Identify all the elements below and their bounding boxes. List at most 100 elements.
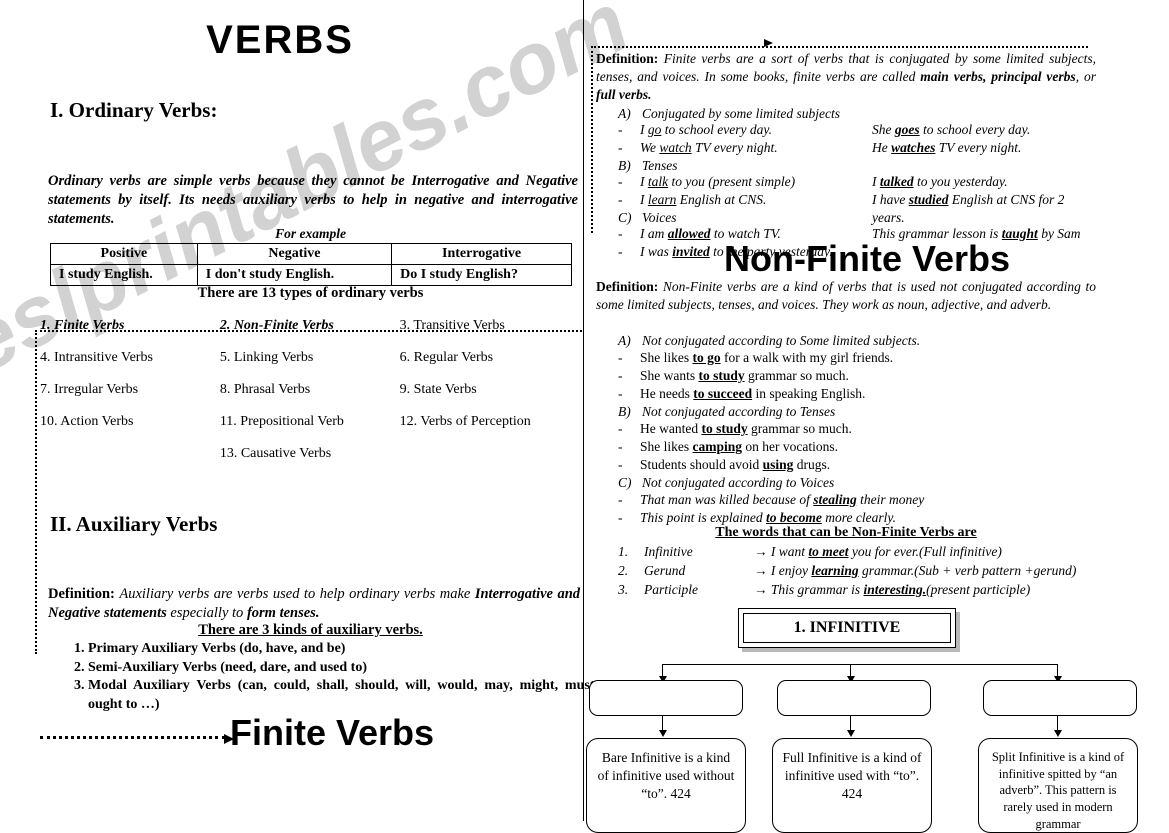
example-left: We watch TV every night. <box>640 139 872 157</box>
section-label: Voices <box>642 210 677 225</box>
list-item: 3. Participle → This grammar is interest… <box>596 581 1096 600</box>
example-text: He needs to succeed in speaking English. <box>640 385 865 403</box>
infinitive-diagram: 1. INFINITIVE Bare Infinitive is a kind … <box>584 600 1169 833</box>
item-term: Infinitive <box>644 544 693 559</box>
example-right: She goes to school every day. <box>872 121 1096 139</box>
verb-types-row: 1. Finite Verbs 2. Non-Finite Verbs 3. T… <box>40 310 580 342</box>
example-text: He wanted to study grammar so much. <box>640 420 852 438</box>
list-item: Primary Auxiliary Verbs (do, have, and b… <box>88 640 598 659</box>
types-heading: There are 13 types of ordinary verbs <box>197 285 424 301</box>
example-underlined: camping <box>692 439 743 454</box>
bullet-dash: - <box>618 122 623 137</box>
item-number: 2. <box>618 563 629 578</box>
nonfinite-b-example-2: - She likes camping on her vocations. <box>596 438 1096 456</box>
infinitive-leaf-split: Split Infinitive is a kind of infinitive… <box>978 738 1138 833</box>
example-underlined: learn <box>647 192 677 207</box>
example-post: their money <box>856 492 925 507</box>
verb-type-13: 13. Causative Verbs <box>219 446 332 461</box>
definition-bold-2: full verbs. <box>596 86 652 102</box>
bullet-dash: - <box>618 368 623 383</box>
example-post: TV every night. <box>935 140 1022 155</box>
example-underlined: to study <box>698 368 745 383</box>
table-header-negative: Negative <box>196 243 393 265</box>
verb-type-blank-b <box>400 438 580 470</box>
example-underlined: studied <box>908 192 949 207</box>
heading-auxiliary-verbs: II. Auxiliary Verbs <box>50 512 218 536</box>
example-pre: He <box>872 140 892 155</box>
example-post: in speaking English. <box>752 386 866 401</box>
example-note: (Sub + verb pattern +gerund) <box>914 563 1077 578</box>
nonfinite-a-example-1: - She likes to go for a walk with my girl… <box>596 349 1096 367</box>
example-row: - She likes camping on her vocations. <box>596 438 1096 456</box>
infinitive-title-label: 1. INFINITIVE <box>743 613 951 643</box>
bullet-dash: - <box>618 439 623 454</box>
example-left: I talk to you (present simple) <box>640 173 872 191</box>
finite-a-example-2: - We watch TV every night. He watches TV… <box>596 139 1096 157</box>
example-underlined: goes <box>894 122 920 137</box>
example-text: She likes camping on her vocations. <box>640 438 838 456</box>
example-pre: She likes <box>640 439 693 454</box>
verb-type-3: 3. Transitive Verbs <box>399 318 505 333</box>
example-pre: I am <box>640 226 668 241</box>
item-term: Participle <box>644 582 698 597</box>
example-row: - I talk to you (present simple) I talke… <box>596 173 1096 191</box>
example-post: you for ever. <box>848 544 919 559</box>
diagram-arrow-icon-4 <box>659 716 667 737</box>
nonfinite-section-b: B) Not conjugated according to Tenses <box>596 403 1096 421</box>
finite-b-example-1: - I talk to you (present simple) I talke… <box>596 173 1096 191</box>
section-label: Not conjugated according to Some limited… <box>642 333 921 348</box>
definition-mid: , or <box>1075 68 1096 84</box>
bullet-dash: - <box>618 140 623 155</box>
verb-types-row: 7. Irregular Verbs 8. Phrasal Verbs 9. S… <box>40 374 580 406</box>
example-text: That man was killed because of stealing … <box>640 491 924 509</box>
nonfinite-section-a: A) Not conjugated according to Some limit… <box>596 332 1096 350</box>
definition-label: Definition: <box>596 51 659 66</box>
example-text: She wants to study grammar so much. <box>640 367 849 385</box>
nonfinite-b-example-1: - He wanted to study grammar so much. <box>596 420 1096 438</box>
example-text: She likes to go for a walk with my girl … <box>640 349 893 367</box>
example-pre: I was <box>640 244 673 259</box>
example-underlined: interesting. <box>863 582 927 597</box>
verb-types-row: 13. Causative Verbs <box>40 438 580 470</box>
item-number: 3. <box>618 582 629 597</box>
example-underlined: using <box>762 457 794 472</box>
example-row: - She likes to go for a walk with my girl… <box>596 349 1096 367</box>
example-row: - I go to school every day. She goes to … <box>596 121 1096 139</box>
verb-type-1: 1. Finite Verbs <box>40 318 125 333</box>
verb-type-10: 10. Action Verbs <box>40 414 134 429</box>
example-pre: Students should avoid <box>640 457 763 472</box>
table-header-row: Positive Negative Interrogative <box>50 243 572 265</box>
nonfinite-word-3: 3. Participle → This grammar is interest… <box>596 581 1096 600</box>
verb-types-row: 10. Action Verbs 11. Prepositional Verb … <box>40 406 580 438</box>
example-post: drugs. <box>793 457 831 472</box>
list-item: Semi-Auxiliary Verbs (need, dare, and us… <box>88 659 598 678</box>
infinitive-leaf-full: Full Infinitive is a kind of infinitive … <box>772 738 932 833</box>
infinitive-mid-box-1 <box>589 680 743 716</box>
list-item: 2. Gerund → I enjoy learning grammar.(Su… <box>596 562 1096 581</box>
table-row: I study English. I don't study English. … <box>50 264 572 286</box>
auxiliary-kinds-heading: There are 3 kinds of auxiliary verbs. <box>198 622 423 638</box>
example-underlined: to become <box>766 510 822 525</box>
bullet-dash: - <box>618 386 623 401</box>
infinitive-title-box: 1. INFINITIVE <box>738 608 956 648</box>
example-post: to you (present simple) <box>668 174 796 189</box>
example-pre: This point is explained <box>640 510 766 525</box>
example-underlined: watches <box>891 140 936 155</box>
example-pre: She wants <box>640 368 699 383</box>
verb-type-9: 9. State Verbs <box>399 382 477 397</box>
example-row: - He needs to succeed in speaking English… <box>596 385 1096 403</box>
example-post: more clearly. <box>821 510 896 525</box>
nonfinite-b-example-3: - Students should avoid using drugs. <box>596 456 1096 474</box>
example-right: He watches TV every night. <box>872 139 1096 157</box>
example-post: grammar. <box>858 563 915 578</box>
nonfinite-verbs-title: Non-Finite Verbs <box>724 238 1011 279</box>
example-post: English at CNS. <box>676 192 767 207</box>
example-pre: We <box>640 140 660 155</box>
example-row: - He wanted to study grammar so much. <box>596 420 1096 438</box>
for-example-label: For example <box>275 226 346 241</box>
nonfinite-word-1: 1. Infinitive → I want to meet you for e… <box>596 543 1096 562</box>
infinitive-mid-box-2 <box>777 680 931 716</box>
bullet-dash: - <box>618 226 623 241</box>
example-post: grammar so much. <box>744 368 849 383</box>
finite-verbs-definition: Definition: Finite verbs are a sort of v… <box>596 50 1096 104</box>
